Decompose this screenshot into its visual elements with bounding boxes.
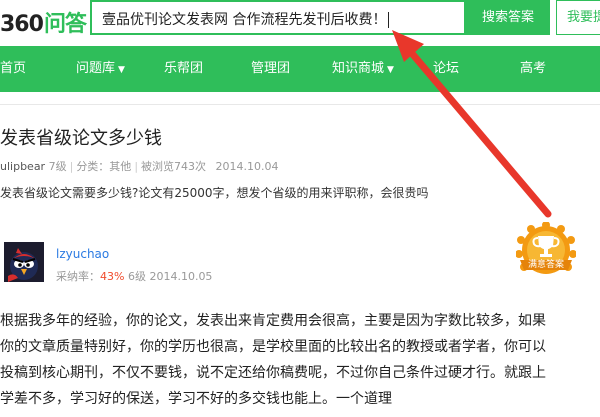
top-bar: 360问答 壹品优刊论文发表网 合作流程先发刊后收费！ 搜索答案 我要提问 (0, 0, 600, 40)
trophy-badge-icon (515, 221, 577, 274)
search-input-value: 壹品优刊论文发表网 合作流程先发刊后收费！ (102, 9, 390, 29)
chevron-down-icon: ▼ (387, 65, 394, 75)
answer-line: 你的文章质量特别好，你的学历也很高，是学校里面的比较出名的教授或者学者，你可以 (0, 339, 546, 355)
question-category: 分类：其他 (76, 160, 132, 173)
answer-body: 根据我多年的经验，你的论文，发表出来肯定费用会很高，主要是因为字数比较多，如果 … (0, 308, 592, 412)
answerer-name[interactable]: lzyuchao (56, 247, 109, 261)
adoption-rate-value: 43% (100, 270, 125, 283)
nav-item-gaokao[interactable]: 高考 (520, 46, 546, 92)
nav-item-forum[interactable]: 论坛 (433, 46, 459, 92)
nav-item-knowledge-mall[interactable]: 知识商城 ▼ (332, 46, 394, 92)
answer-line: 学差不多，学习好的保送，学习不好的多交钱也能上。一个道理 (0, 391, 392, 407)
answer-date: 2014.10.05 (149, 270, 213, 283)
text-caret (388, 12, 390, 28)
question-description: 发表省级论文需要多少钱?论文有25000字，想发个省级的用来评职称，会很贵吗 (0, 186, 429, 200)
chevron-down-icon: ▼ (118, 65, 125, 75)
nav-item-lebangtuan[interactable]: 乐帮团 (164, 46, 203, 92)
search-answer-button[interactable]: 搜索答案 (466, 0, 550, 35)
nav-item-question-library[interactable]: 问题库 ▼ (76, 46, 125, 92)
site-logo[interactable]: 360问答 (0, 6, 87, 37)
answerer-level: 6级 (127, 270, 146, 283)
avatar[interactable] (4, 242, 44, 282)
main-nav: 首页 问题库 ▼ 乐帮团 管理团 知识商城 ▼ 论坛 高考 (0, 46, 600, 92)
nav-item-home[interactable]: 首页 (0, 46, 26, 92)
search-input[interactable]: 壹品优刊论文发表网 合作流程先发刊后收费！ (90, 0, 466, 35)
divider (0, 104, 600, 105)
question-date: 2014.10.04 (215, 160, 279, 173)
ask-question-button[interactable]: 我要提问 (556, 0, 600, 35)
answer-line: 根据我多年的经验，你的论文，发表出来肯定费用会很高，主要是因为字数比较多，如果 (0, 313, 546, 329)
logo-number: 360 (0, 12, 44, 37)
adoption-rate-label: 采纳率： (56, 270, 100, 283)
angry-bird-avatar-icon (4, 242, 44, 282)
question-meta: ulipbear 7级 | 分类：其他 | 被浏览743次 2014.10.04 (0, 160, 279, 173)
answer-meta: 采纳率：43% 6级 2014.10.05 (56, 268, 212, 284)
question-views: 被浏览743次 (141, 160, 207, 173)
answer-line: 投稿到核心期刊，不仅不要钱，说不定还给你稿费呢，不过你自己条件过硬才行。就跟上 (0, 365, 546, 381)
asker-level: 7级 (48, 160, 67, 173)
question-title: 发表省级论文多少钱 (0, 128, 162, 149)
nav-item-guanlituan[interactable]: 管理团 (251, 46, 290, 92)
badge-label: 满意答案 (527, 260, 564, 270)
satisfied-answer-badge: 满意答案 (515, 221, 577, 284)
asker-name[interactable]: ulipbear (0, 160, 45, 173)
logo-text: 问答 (43, 12, 87, 37)
